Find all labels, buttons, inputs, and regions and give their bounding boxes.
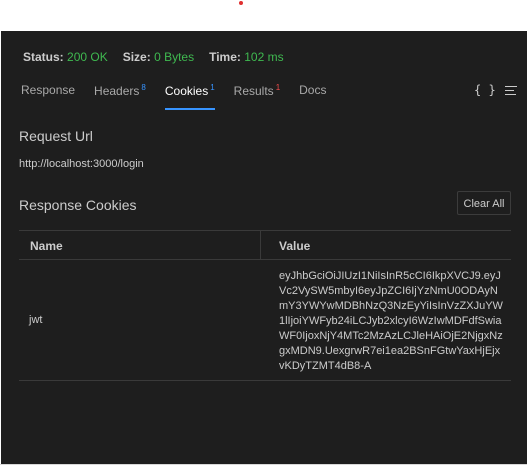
tab-headers[interactable]: Headers 8 (94, 83, 146, 104)
status-value: 200 OK (67, 50, 108, 64)
table-header: Name Value (19, 231, 511, 260)
top-strip (0, 0, 527, 31)
menu-icon[interactable] (505, 86, 517, 98)
response-tabs: Response Headers 8 Cookies 1 Results 1 Docs (21, 83, 345, 110)
cookies-table: Name Value jwt eyJhbGciOiJIUzI1NiIsInR5c… (19, 230, 511, 381)
request-url-heading: Request Url (19, 128, 93, 144)
status-label: Status: (23, 50, 64, 64)
status-item: Status: 200 OK (23, 50, 108, 64)
table-row: jwt eyJhbGciOiJIUzI1NiIsInR5cCI6IkpXVCJ9… (19, 260, 511, 381)
request-url-value: http://localhost:3000/login (19, 158, 144, 170)
tab-badge: 1 (210, 83, 215, 92)
tab-label: Results (233, 84, 274, 98)
response-panel: Status: 200 OK Size: 0 Bytes Time: 102 m… (1, 31, 527, 464)
tab-badge: 8 (141, 83, 146, 92)
clear-all-button[interactable]: Clear All (457, 191, 511, 215)
status-bar: Status: 200 OK Size: 0 Bytes Time: 102 m… (23, 50, 299, 64)
tab-results[interactable]: Results 1 (234, 83, 280, 104)
time-item: Time: 102 ms (209, 50, 284, 64)
indicator-dot (239, 1, 243, 5)
braces-icon[interactable]: { } (474, 83, 496, 97)
tab-badge: 1 (275, 83, 281, 92)
tab-cookies[interactable]: Cookies 1 (164, 83, 215, 110)
tab-label: Docs (299, 83, 327, 97)
cookie-name: jwt (29, 314, 43, 326)
time-label: Time: (209, 50, 241, 64)
tab-docs[interactable]: Docs (299, 83, 326, 104)
time-value: 102 ms (244, 50, 284, 64)
size-item: Size: 0 Bytes (123, 50, 194, 64)
column-divider[interactable] (260, 231, 261, 259)
column-header-name: Name (30, 239, 63, 253)
size-label: Size: (122, 50, 151, 64)
response-cookies-heading: Response Cookies (19, 197, 137, 213)
cookie-value: eyJhbGciOiJIUzI1NiIsInR5cCI6IkpXVCJ9.eyJ… (279, 270, 503, 372)
column-header-value: Value (279, 239, 311, 253)
tab-label: Headers (94, 84, 140, 98)
tab-response[interactable]: Response (21, 83, 75, 104)
tab-label: Cookies (164, 84, 209, 98)
size-value: 0 Bytes (154, 50, 195, 64)
tab-label: Response (21, 83, 76, 97)
